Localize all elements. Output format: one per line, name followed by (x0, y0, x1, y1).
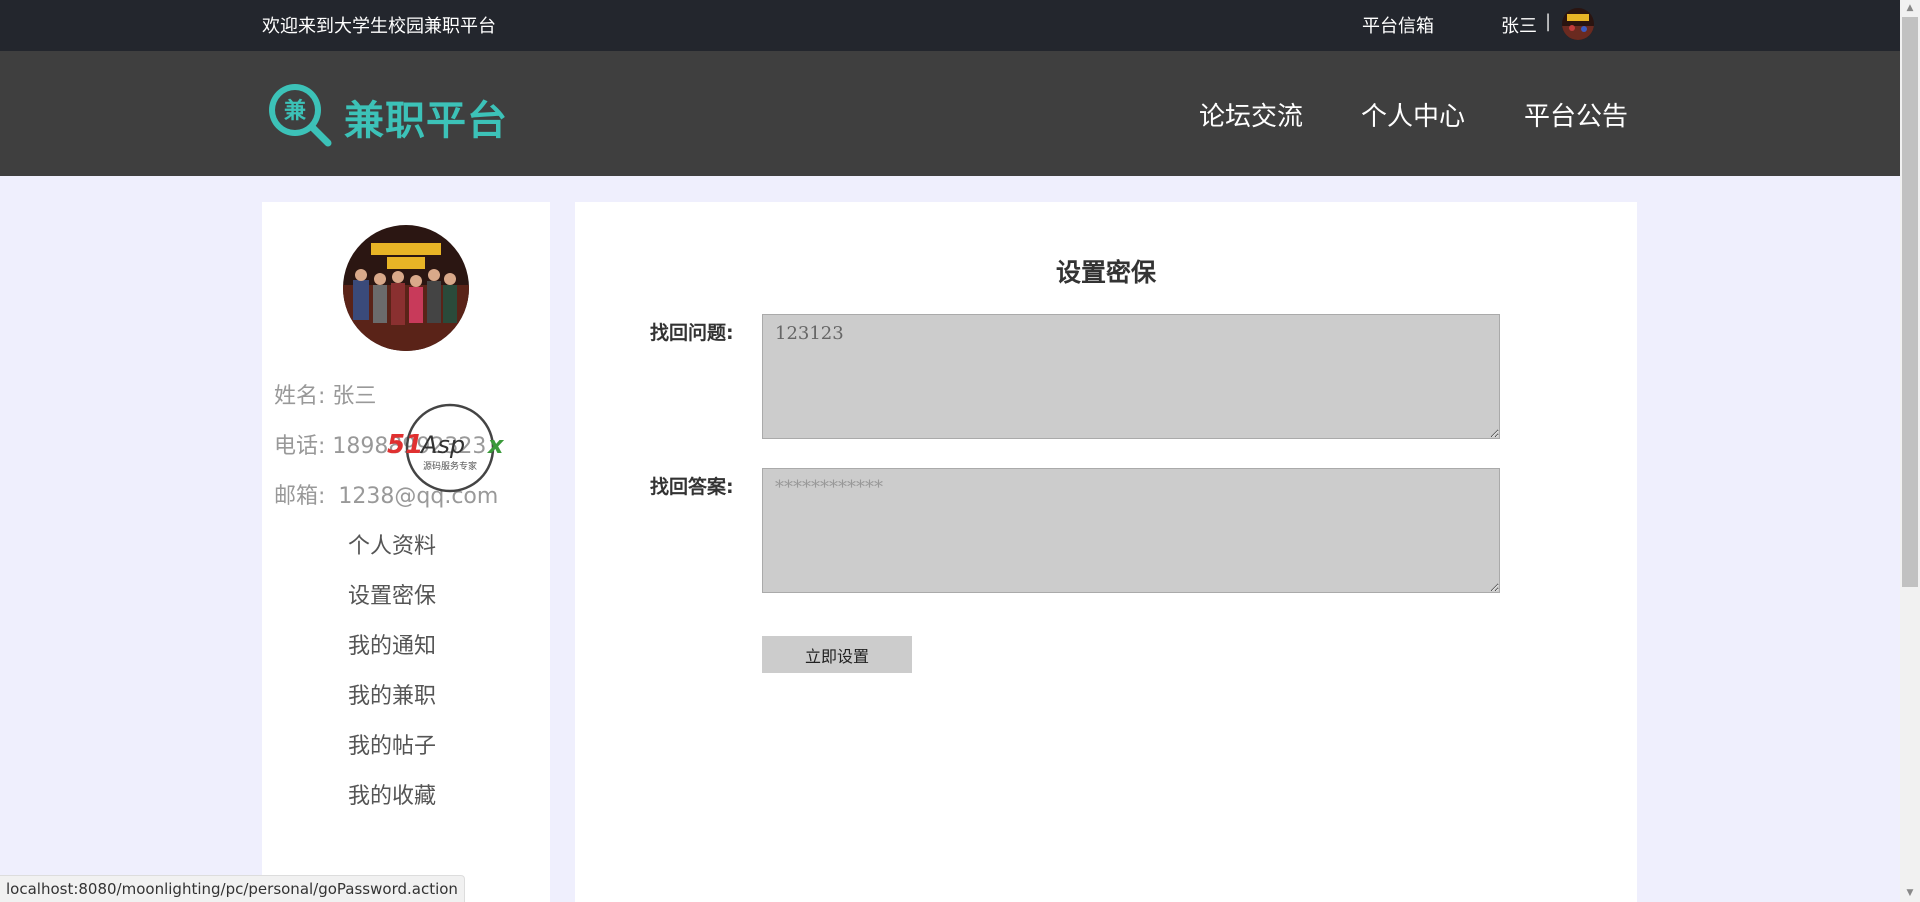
logo-char: 兼 (284, 98, 306, 124)
question-label: 找回问题: (650, 322, 734, 344)
username-link[interactable]: 张三 (1501, 12, 1537, 38)
svg-text:源码服务专家: 源码服务专家 (423, 460, 477, 472)
main-panel: 设置密保 找回问题: 123123 找回答案: 立即设置 (575, 202, 1637, 902)
menu-notifications[interactable]: 我的通知 (348, 628, 436, 660)
submit-button[interactable]: 立即设置 (762, 636, 912, 673)
menu-security-question[interactable]: 设置密保 (348, 578, 436, 610)
nav-announcements[interactable]: 平台公告 (1524, 96, 1628, 133)
vertical-scrollbar[interactable]: ▲ ▼ (1900, 0, 1920, 902)
platform-mailbox-link[interactable]: 平台信箱 (1362, 12, 1434, 38)
watermark-logo: 51 Asp x 源码服务专家 (385, 403, 515, 493)
scrollbar-thumb[interactable] (1902, 17, 1918, 587)
name-row: 姓名: 张三 (274, 378, 376, 410)
answer-field[interactable] (762, 468, 1500, 593)
logo-text[interactable]: 兼职平台 (344, 88, 508, 146)
top-bar: 欢迎来到大学生校园兼职平台 平台信箱 张三 | (0, 0, 1900, 51)
profile-sidebar: 姓名: 张三 电话: 18988992323 邮箱: 1238@qq.com 个… (262, 202, 550, 902)
phone-label: 电话: (274, 434, 326, 459)
menu-my-posts[interactable]: 我的帖子 (348, 728, 436, 760)
menu-my-jobs[interactable]: 我的兼职 (348, 678, 436, 710)
welcome-text: 欢迎来到大学生校园兼职平台 (262, 16, 496, 37)
status-bar-url: localhost:8080/moonlighting/pc/personal/… (0, 875, 465, 902)
user-avatar (343, 225, 469, 351)
user-avatar-small[interactable] (1562, 8, 1594, 40)
svg-text:x: x (487, 431, 505, 459)
answer-label: 找回答案: (650, 476, 734, 498)
svg-text:51: 51 (387, 430, 423, 460)
nav-forum[interactable]: 论坛交流 (1199, 96, 1303, 133)
separator: | (1545, 11, 1552, 32)
main-header: 兼 兼职平台 论坛交流 个人中心 平台公告 (0, 51, 1900, 176)
menu-my-favorites[interactable]: 我的收藏 (348, 778, 436, 810)
scroll-up-icon[interactable]: ▲ (1900, 0, 1920, 17)
page-title: 设置密保 (1055, 258, 1156, 287)
nav-personal-center[interactable]: 个人中心 (1361, 96, 1465, 133)
question-field[interactable]: 123123 (762, 314, 1500, 439)
page: 欢迎来到大学生校园兼职平台 平台信箱 张三 | 兼 兼职平台 论坛交流 个人中心… (0, 0, 1900, 902)
svg-text:Asp: Asp (419, 431, 465, 459)
menu-profile[interactable]: 个人资料 (348, 528, 436, 560)
email-label: 邮箱: (274, 484, 326, 509)
name-label: 姓名: (274, 384, 326, 409)
scroll-down-icon[interactable]: ▼ (1900, 885, 1920, 902)
name-value: 张三 (332, 384, 377, 409)
search-logo-icon[interactable]: 兼 (266, 81, 332, 147)
